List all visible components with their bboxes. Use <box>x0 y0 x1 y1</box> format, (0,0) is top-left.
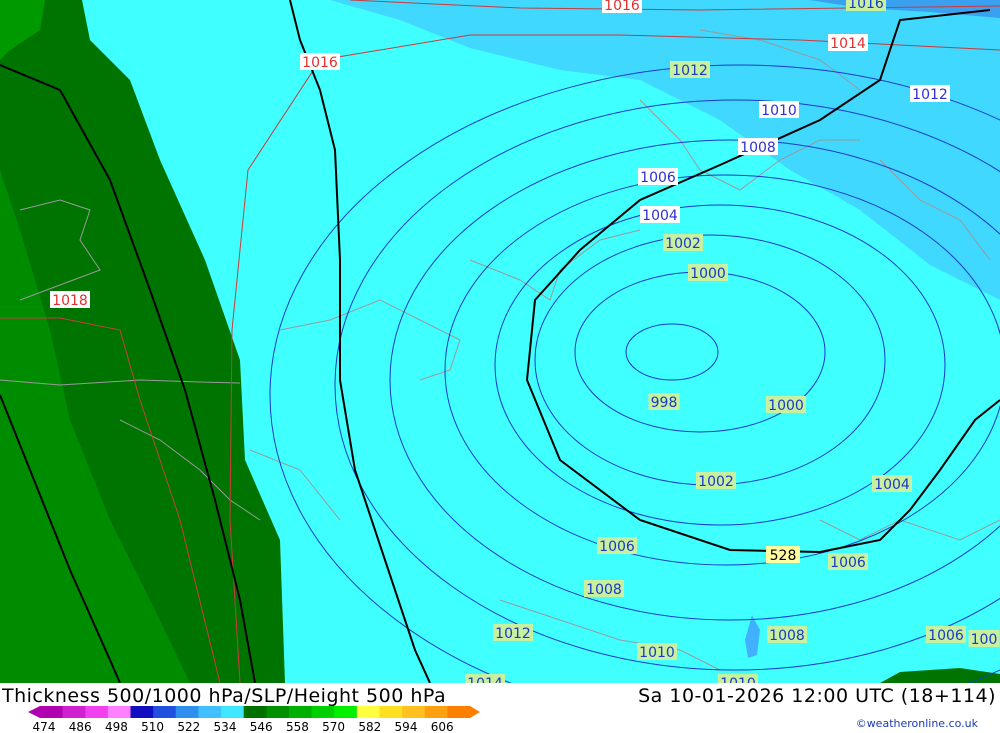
scale-left-arrow <box>28 706 40 718</box>
isobar-label-text: 1006 <box>640 170 676 186</box>
isobar-label-text: 1014 <box>467 676 503 683</box>
isobar-label: 1016 <box>846 0 886 12</box>
scale-right-arrow <box>470 706 480 718</box>
credit: ©weatheronline.co.uk <box>855 717 978 730</box>
weather-map: 1016 1016 1014 1018 1012 1012 1010 1008 1006 1004… <box>0 0 1000 683</box>
scale-tick-label: 510 <box>141 720 164 733</box>
isobar-label: 1008 <box>767 626 807 644</box>
scale-swatch <box>447 706 471 718</box>
isobar-label: 1006 <box>926 626 966 644</box>
scale-tick-label: 534 <box>214 720 237 733</box>
scale-swatch <box>153 706 177 718</box>
isobar-label-text: 1018 <box>52 293 88 309</box>
isobar-label-text: 1010 <box>720 676 756 683</box>
color-scale: 474 486 498 510 522 534 546 558 570 582 594 606 <box>28 706 480 733</box>
isobar-label: 1004 <box>872 475 912 493</box>
isobar-label-text: 1008 <box>740 140 776 156</box>
isobar-label: 1010 <box>759 101 799 119</box>
isobar-label-text: 1008 <box>586 582 622 598</box>
isobar-label-text: 1010 <box>639 645 675 661</box>
height-label: 528 <box>766 546 800 564</box>
isobar-label: 1012 <box>493 624 533 642</box>
scale-swatch <box>62 706 86 718</box>
scale-tick-label: 594 <box>395 720 418 733</box>
scale-swatch <box>402 706 426 718</box>
scale-swatch <box>221 706 245 718</box>
scale-tick-label: 486 <box>69 720 92 733</box>
isobar-label-text: 1010 <box>761 103 797 119</box>
isobar-label-text: 1004 <box>874 477 910 493</box>
isobar-label: 1004 <box>640 206 680 224</box>
isobar-label: 1018 <box>50 291 90 309</box>
scale-swatch <box>311 706 335 718</box>
isobar-label: 1000 <box>688 264 728 282</box>
isobar-label: 1012 <box>670 61 710 79</box>
isobar-label: 1014 <box>828 34 868 52</box>
isobar-label: 1008 <box>584 580 624 598</box>
scale-swatch <box>198 706 222 718</box>
scale-swatch <box>356 706 380 718</box>
scale-swatch <box>40 706 64 718</box>
scale-tick-label: 582 <box>358 720 381 733</box>
isobar-label: 1002 <box>663 234 703 252</box>
isobar-label-text: 1008 <box>769 628 805 644</box>
isobar-label: 998 <box>648 393 680 411</box>
isobar-label-text: 100 <box>971 632 998 648</box>
isobar-label-text: 1016 <box>604 0 640 14</box>
isobar-label: 1014 <box>465 674 505 683</box>
isobar-label-text: 1000 <box>768 398 804 414</box>
scale-swatch <box>288 706 313 718</box>
scale-swatch <box>243 706 267 718</box>
scale-swatch <box>424 706 448 718</box>
scale-tick-label: 558 <box>286 720 309 733</box>
isobar-label: 1012 <box>910 85 950 103</box>
isobar-label-text: 1006 <box>599 539 635 555</box>
valid-datetime: Sa 10-01-2026 12:00 UTC (18+114) <box>638 685 996 707</box>
isobar-label-text: 1012 <box>672 63 708 79</box>
isobar-label-text: 1006 <box>928 628 964 644</box>
isobar-label-text: 1012 <box>912 87 948 103</box>
height-label-text: 528 <box>770 548 797 564</box>
isobar-label: 100 <box>968 630 1000 648</box>
isobar-label: 1002 <box>696 472 736 490</box>
scale-tick-label: 474 <box>33 720 56 733</box>
scale-tick-label: 546 <box>250 720 273 733</box>
scale-swatch <box>334 706 358 718</box>
scale-swatch <box>175 706 199 718</box>
isobar-label-text: 1002 <box>665 236 701 252</box>
isobar-label-text: 1000 <box>690 266 726 282</box>
isobar-label: 1016 <box>602 0 642 14</box>
scale-tick-label: 498 <box>105 720 128 733</box>
footer: Thickness 500/1000 hPa/SLP/Height 500 hP… <box>0 683 1000 733</box>
isobar-label-text: 1004 <box>642 208 678 224</box>
scale-tick-label: 522 <box>177 720 200 733</box>
isobar-label-text: 1002 <box>698 474 734 490</box>
scale-swatch <box>266 706 290 718</box>
scale-tick-label: 570 <box>322 720 345 733</box>
scale-tick-label: 606 <box>431 720 454 733</box>
scale-swatch <box>85 706 109 718</box>
isobar-label: 1008 <box>738 138 778 156</box>
isobar-label: 1010 <box>637 643 677 661</box>
isobar-label: 1000 <box>766 396 806 414</box>
isobar-label-text: 1016 <box>302 55 338 71</box>
chart-title: Thickness 500/1000 hPa/SLP/Height 500 hP… <box>2 685 447 707</box>
isobar-label-text: 1012 <box>495 626 531 642</box>
isobar-label: 1006 <box>597 537 637 555</box>
scale-swatch <box>107 706 132 718</box>
isobar-label: 1006 <box>828 553 868 571</box>
isobar-label: 1016 <box>300 53 340 71</box>
isobar-label: 1006 <box>638 168 678 186</box>
scale-swatch <box>379 706 403 718</box>
isobar-label-text: 1006 <box>830 555 866 571</box>
isobar-label-text: 1016 <box>848 0 884 12</box>
scale-swatch <box>130 706 154 718</box>
isobar-label: 1010 <box>718 674 758 683</box>
isobar-label-text: 1014 <box>830 36 866 52</box>
isobar-label-text: 998 <box>651 395 678 411</box>
